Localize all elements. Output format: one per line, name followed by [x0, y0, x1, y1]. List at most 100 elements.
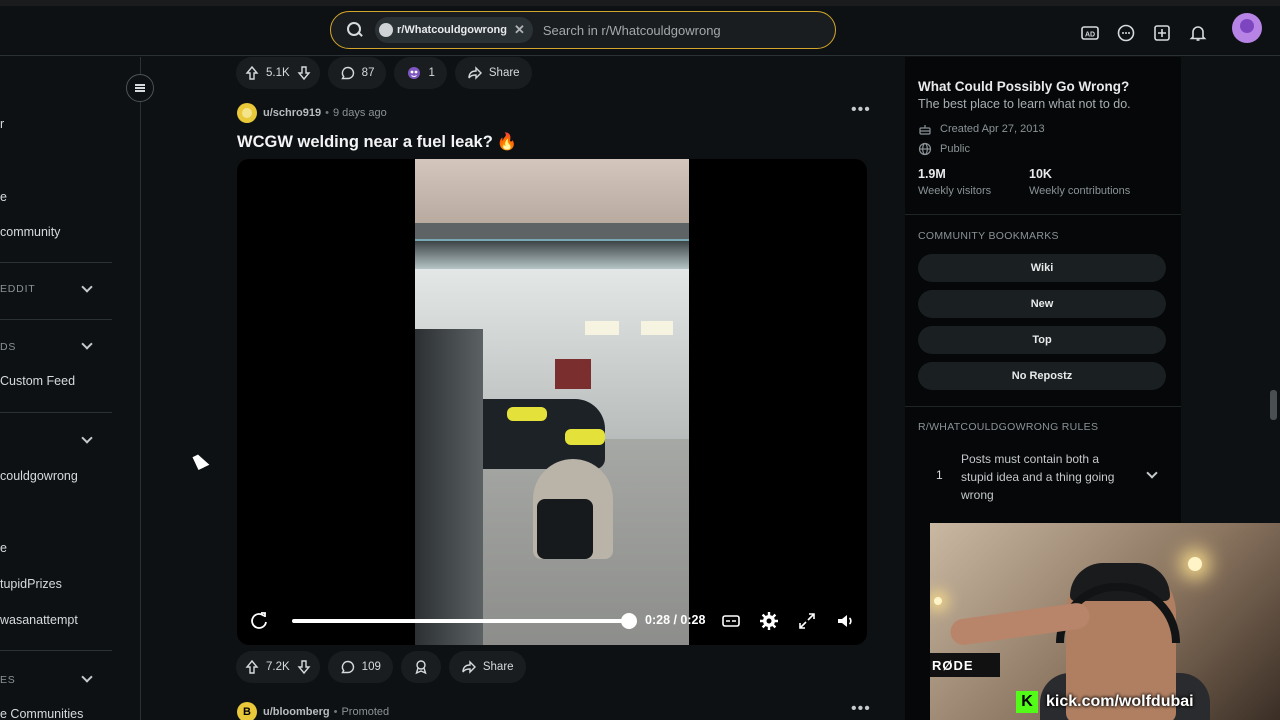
video-progress-handle[interactable]: [621, 613, 637, 629]
sidebar-item-manage-communities[interactable]: e Communities: [0, 707, 83, 720]
author-avatar[interactable]: [237, 103, 257, 123]
notification-bell-icon[interactable]: [1188, 23, 1208, 43]
sidebar-item-custom-feed[interactable]: Custom Feed: [0, 374, 75, 388]
svg-text:AD: AD: [1085, 32, 1095, 39]
more-options-icon[interactable]: •••: [851, 101, 871, 119]
downvote-icon[interactable]: [296, 65, 312, 81]
sidebar-item[interactable]: e: [0, 190, 7, 204]
share-button[interactable]: Share: [454, 57, 532, 89]
award-button[interactable]: [400, 651, 441, 683]
video-frame: [415, 159, 689, 645]
post-author[interactable]: u/bloomberg: [263, 706, 330, 718]
sidebar-section-label[interactable]: ES: [0, 674, 16, 686]
community-name: What Could Possibly Go Wrong?: [918, 79, 1130, 94]
upvote-icon[interactable]: [244, 65, 260, 81]
video-scene-window: [415, 239, 689, 269]
sidebar-section-label[interactable]: EDDIT: [0, 283, 36, 295]
rule-text[interactable]: Posts must contain both a stupid idea an…: [961, 450, 1131, 504]
vote-control: 5.1K: [236, 57, 320, 89]
share-icon: [468, 66, 482, 80]
search-icon: [347, 22, 363, 38]
bookmark-no-reposts-button[interactable]: No Repostz: [918, 362, 1166, 390]
sidebar-divider: [905, 406, 1181, 407]
vote-count: 7.2K: [266, 661, 290, 673]
sidebar-item-community[interactable]: community: [0, 225, 60, 239]
comment-count: 109: [361, 661, 381, 673]
comment-count: 87: [361, 67, 375, 79]
sidebar-item[interactable]: e: [0, 541, 7, 555]
volume-icon[interactable]: [835, 611, 855, 631]
weekly-contributions-label: Weekly contributions: [1029, 185, 1131, 197]
user-avatar[interactable]: [1232, 13, 1262, 43]
sidebar-divider: [0, 650, 112, 651]
video-scene-yellow-panel: [565, 429, 605, 445]
comments-button[interactable]: 109: [327, 651, 393, 683]
comment-icon: [340, 660, 354, 674]
share-button[interactable]: Share: [448, 651, 526, 683]
search-input[interactable]: [542, 22, 835, 38]
webcam-lamp: [1188, 557, 1202, 571]
captions-icon[interactable]: [721, 611, 741, 631]
award-count: 1: [428, 67, 435, 79]
more-options-icon[interactable]: •••: [851, 700, 871, 718]
comments-button[interactable]: 87: [327, 57, 387, 89]
sidebar-item-winstupidprizes[interactable]: tupidPrizes: [0, 577, 62, 591]
bookmark-top-button[interactable]: Top: [918, 326, 1166, 354]
video-controls: 0:28 / 0:28: [237, 597, 867, 645]
header-actions: AD: [1080, 13, 1262, 48]
post-author[interactable]: u/schro919: [263, 107, 321, 119]
vote-count: 5.1K: [266, 67, 290, 79]
bookmark-new-button[interactable]: New: [918, 290, 1166, 318]
bloomberg-logo[interactable]: B: [237, 702, 257, 720]
meta-separator: •: [325, 107, 329, 119]
chevron-down-icon[interactable]: [1146, 467, 1158, 479]
award-button[interactable]: 1: [394, 57, 447, 89]
page-scrollbar[interactable]: [1270, 390, 1277, 420]
video-progress-bar[interactable]: [292, 619, 630, 623]
subreddit-search-chip[interactable]: r/Whatcouldgowrong ✕: [375, 17, 533, 43]
close-icon[interactable]: ✕: [514, 22, 525, 38]
weekly-contributions-count: 10K: [1029, 167, 1052, 181]
webcam-lamp: [934, 597, 942, 605]
sidebar-item[interactable]: r: [0, 117, 4, 131]
video-player[interactable]: 0:28 / 0:28: [237, 159, 867, 645]
sidebar-section-label[interactable]: DS: [0, 341, 16, 353]
chevron-down-icon[interactable]: [81, 432, 93, 444]
share-label: Share: [482, 661, 514, 673]
post-title-text: WCGW welding near a fuel leak?: [237, 133, 493, 151]
community-description: The best place to learn what not to do.: [918, 97, 1131, 111]
upvote-icon[interactable]: [244, 659, 260, 675]
bookmark-wiki-button[interactable]: Wiki: [918, 254, 1166, 282]
sidebar-item-whatcouldgowrong[interactable]: couldgowrong: [0, 469, 78, 483]
microphone-brand: RØDE: [930, 653, 1000, 677]
rule-number: 1: [936, 468, 943, 482]
share-icon: [462, 660, 476, 674]
chevron-down-icon[interactable]: [81, 338, 93, 350]
fullscreen-icon[interactable]: [797, 611, 817, 631]
award-icon: [408, 67, 421, 79]
advertise-icon[interactable]: AD: [1080, 23, 1100, 43]
video-time: 0:28 / 0:28: [645, 613, 706, 627]
create-post-icon[interactable]: [1152, 23, 1172, 43]
bookmarks-title: COMMUNITY BOOKMARKS: [918, 230, 1059, 242]
post-title[interactable]: WCGW welding near a fuel leak? 🔥: [237, 133, 517, 152]
replay-icon[interactable]: [249, 611, 269, 631]
chevron-down-icon[interactable]: [81, 671, 93, 683]
settings-gear-icon[interactable]: [759, 611, 779, 631]
chat-icon[interactable]: [1116, 23, 1136, 43]
sidebar-toggle-button[interactable]: [126, 74, 154, 102]
left-sidebar: r e community EDDIT DS Custom Feed could…: [0, 57, 154, 720]
video-scene-yellow-panel: [507, 407, 547, 421]
meta-separator: •: [333, 706, 338, 718]
search-bar[interactable]: r/Whatcouldgowrong ✕: [330, 11, 836, 49]
visibility-text: Public: [940, 143, 970, 155]
promoted-label: Promoted: [341, 706, 390, 718]
post-actions: 7.2K 109 Share: [236, 651, 526, 683]
globe-icon: [918, 142, 932, 156]
rules-title: R/WHATCOULDGOWRONG RULES: [918, 421, 1099, 433]
downvote-icon[interactable]: [296, 659, 312, 675]
chevron-down-icon[interactable]: [81, 281, 93, 293]
video-scene-light: [585, 321, 619, 335]
previous-post-actions: 5.1K 87 1 Share: [236, 57, 532, 89]
sidebar-item-wasanattempt[interactable]: wasanattempt: [0, 613, 78, 627]
